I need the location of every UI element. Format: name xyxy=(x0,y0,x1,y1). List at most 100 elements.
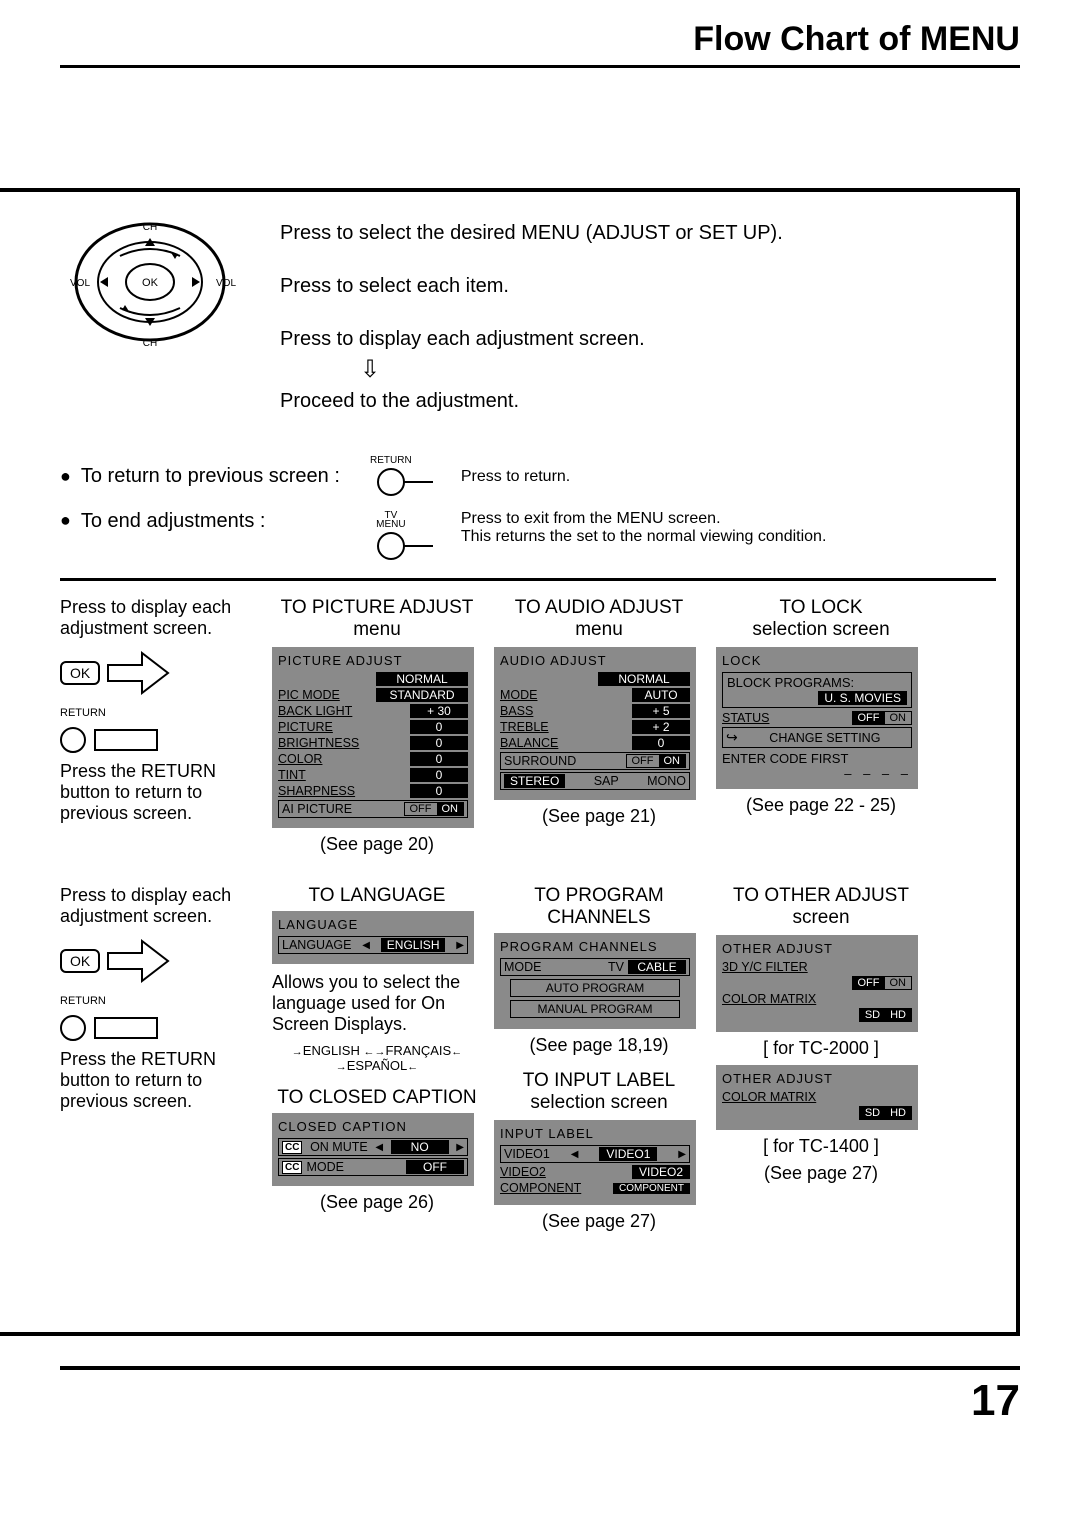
see-page: (See page 27) xyxy=(716,1163,926,1184)
picture-head: TO PICTURE ADJUST xyxy=(272,597,482,619)
change-setting-icon: ↪ xyxy=(726,729,738,746)
end-right-text2: This returns the set to the normal viewi… xyxy=(461,528,827,546)
see-page: (See page 26) xyxy=(272,1192,482,1213)
return-text: Press the RETURN button to return to pre… xyxy=(60,1049,260,1112)
instruction-text: Proceed to the adjustment. xyxy=(280,390,996,413)
return-label: RETURN xyxy=(60,995,106,1007)
other-adjust-col: TO OTHER ADJUST screen OTHER ADJUST 3D Y… xyxy=(716,885,926,1184)
svg-text:VOL: VOL xyxy=(70,278,90,289)
triangle-left-icon: ◀ xyxy=(362,940,370,951)
audio-head: TO AUDIO ADJUST xyxy=(494,597,704,619)
end-row: ● To end adjustments : TV MENU Press to … xyxy=(60,510,996,562)
see-page: (See page 21) xyxy=(494,806,704,827)
svg-text:VOL: VOL xyxy=(216,278,236,289)
cc-icon: CC xyxy=(282,1141,302,1154)
other-osd-1: OTHER ADJUST 3D Y/C FILTER OFFON COLOR M… xyxy=(716,935,918,1032)
other-osd-2: OTHER ADJUST COLOR MATRIX SDHD xyxy=(716,1065,918,1130)
page-title: Flow Chart of MENU xyxy=(693,20,1020,58)
input-osd: INPUT LABEL VIDEO1 ◀ VIDEO1 ▶ VIDEO2VIDE… xyxy=(494,1120,696,1205)
picture-sub: menu xyxy=(272,619,482,641)
picture-adjust-block: TO PICTURE ADJUST menu PICTURE ADJUST NO… xyxy=(272,597,482,855)
model-note: [ for TC-2000 ] xyxy=(716,1038,926,1059)
program-osd: PROGRAM CHANNELS MODE TV CABLE AUTO PROG… xyxy=(494,933,696,1029)
audio-sub: menu xyxy=(494,619,704,641)
triangle-left-icon: ◀ xyxy=(571,1149,579,1160)
lock-sub: selection screen xyxy=(716,619,926,641)
return-btn-label: RETURN xyxy=(361,455,421,466)
instruction-column: Press to select the desired MENU (ADJUST… xyxy=(280,212,996,443)
down-arrow-icon: ⇩ xyxy=(360,355,996,384)
left-guide-block: Press to display each adjustment screen.… xyxy=(60,597,260,824)
input-sub: selection screen xyxy=(494,1092,704,1114)
lock-osd: LOCK BLOCK PROGRAMS: U. S. MOVIES STATUS… xyxy=(716,647,918,789)
bottom-bar xyxy=(60,1366,1020,1370)
ok-button-icon: OK xyxy=(60,949,100,973)
see-page: (See page 27) xyxy=(494,1211,704,1232)
program-head: TO PROGRAM CHANNELS xyxy=(494,885,704,929)
caption-head: TO CLOSED CAPTION xyxy=(272,1087,482,1109)
language-note: Allows you to select the language used f… xyxy=(272,972,482,1035)
language-head: TO LANGUAGE xyxy=(272,885,482,907)
audio-adjust-block: TO AUDIO ADJUST menu AUDIO ADJUST NORMAL… xyxy=(494,597,704,827)
osd-header: PICTURE ADJUST xyxy=(278,653,468,668)
audio-osd: AUDIO ADJUST NORMAL MODEAUTO BASS+ 5 TRE… xyxy=(494,647,696,800)
auto-program-btn: AUTO PROGRAM xyxy=(510,979,680,997)
end-right-text1: Press to exit from the MENU screen. xyxy=(461,510,827,528)
return-button-icon: RETURN xyxy=(361,455,421,498)
instruction-text: Press to select each item. xyxy=(280,275,996,298)
code-placeholder: – – – – xyxy=(722,766,912,781)
return-label: RETURN xyxy=(60,707,106,719)
return-text: Press the RETURN button to return to pre… xyxy=(60,761,260,824)
model-note: [ for TC-1400 ] xyxy=(716,1136,926,1157)
return-button-row: RETURN xyxy=(60,707,260,719)
triangle-left-icon: ◀ xyxy=(375,1142,383,1153)
triangle-right-icon: ▶ xyxy=(456,940,464,951)
triangle-right-icon: ▶ xyxy=(678,1149,686,1160)
ok-button-icon: OK xyxy=(60,661,100,685)
page-number: 17 xyxy=(60,1376,1020,1426)
see-page: (See page 20) xyxy=(272,834,482,855)
see-page: (See page 18,19) xyxy=(494,1035,704,1056)
manual-program-btn: MANUAL PROGRAM xyxy=(510,1000,680,1018)
program-input-col: TO PROGRAM CHANNELS PROGRAM CHANNELS MOD… xyxy=(494,885,704,1232)
see-page: (See page 22 - 25) xyxy=(716,795,926,816)
picture-osd: PICTURE ADJUST NORMAL PIC MODESTANDARD B… xyxy=(272,647,474,828)
svg-text:CH: CH xyxy=(143,222,157,233)
end-adjust-label: To end adjustments : xyxy=(81,510,351,533)
arrow-right-icon xyxy=(106,651,170,695)
other-sub: screen xyxy=(716,907,926,929)
other-head: TO OTHER ADJUST xyxy=(716,885,926,907)
return-button-row: RETURN xyxy=(60,995,260,1007)
menu-label: MENU xyxy=(361,519,421,530)
return-button-shapes xyxy=(60,1015,260,1041)
language-caption-col: TO LANGUAGE LANGUAGE LANGUAGE ◀ ENGLISH … xyxy=(272,885,482,1213)
triangle-right-icon: ▶ xyxy=(456,1142,464,1153)
tv-menu-button-icon: TV MENU xyxy=(361,510,421,562)
cc-icon: CC xyxy=(282,1161,302,1174)
left-guide-block-2: Press to display each adjustment screen.… xyxy=(60,885,260,1112)
input-head: TO INPUT LABEL xyxy=(494,1070,704,1092)
instruction-text: Press to select the desired MENU (ADJUST… xyxy=(280,222,996,245)
main-frame: OK CH CH VOL VOL Press to select the des… xyxy=(0,188,1020,1336)
arrow-right-icon xyxy=(106,939,170,983)
caption-osd: CLOSED CAPTION CC ON MUTE ◀ NO ▶ CC MODE… xyxy=(272,1113,474,1186)
bullet-icon: ● xyxy=(60,466,71,487)
svg-text:CH: CH xyxy=(143,338,157,349)
language-osd: LANGUAGE LANGUAGE ◀ ENGLISH ▶ xyxy=(272,911,474,964)
display-each-text: Press to display each adjustment screen. xyxy=(60,885,260,927)
remote-dpad-icon: OK CH CH VOL VOL xyxy=(60,212,240,352)
return-prev-label: To return to previous screen : xyxy=(81,465,351,488)
divider xyxy=(60,578,996,581)
svg-text:OK: OK xyxy=(142,277,159,289)
bullet-icon: ● xyxy=(60,510,71,531)
return-row: ● To return to previous screen : RETURN … xyxy=(60,455,996,498)
return-right-text: Press to return. xyxy=(461,468,570,486)
display-each-text: Press to display each adjustment screen. xyxy=(60,597,260,639)
return-button-shapes xyxy=(60,727,260,753)
lock-block: TO LOCK selection screen LOCK BLOCK PROG… xyxy=(716,597,926,816)
title-bar: Flow Chart of MENU xyxy=(60,20,1020,68)
lock-head: TO LOCK xyxy=(716,597,926,619)
language-flow: →ENGLISH ←→FRANÇAIS← →ESPAÑOL← xyxy=(272,1043,482,1073)
instruction-text: Press to display each adjustment screen. xyxy=(280,328,996,351)
osd-normal: NORMAL xyxy=(376,672,468,686)
